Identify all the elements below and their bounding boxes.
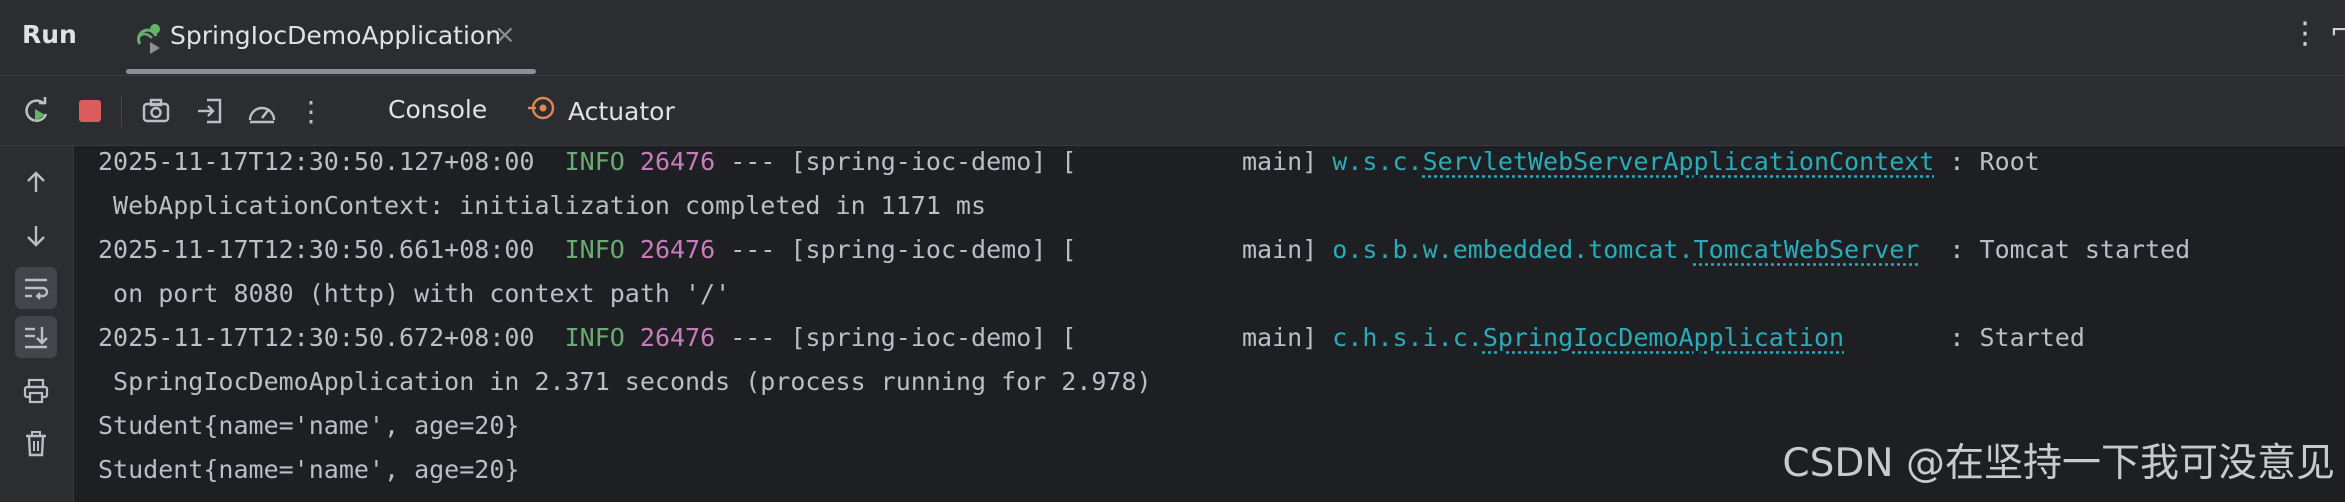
log-line: 2025-11-17T12:30:50.127+08:00 INFO 26476…: [98, 147, 2040, 176]
clear-icon[interactable]: [15, 423, 57, 465]
tool-window-header: Run SpringIocDemoApplication × ⋮ ⌐: [0, 0, 2345, 76]
close-icon[interactable]: ×: [494, 20, 516, 50]
more-icon[interactable]: ⋮: [293, 93, 329, 129]
logger-class-link[interactable]: TomcatWebServer: [1694, 235, 1920, 264]
scroll-up-icon[interactable]: [15, 161, 57, 203]
log-line-continuation: WebApplicationContext: initialization co…: [98, 191, 987, 220]
print-icon[interactable]: [15, 370, 57, 412]
tool-window-title: Run: [22, 20, 77, 49]
tab-springiocdemoapplication[interactable]: SpringIocDemoApplication ×: [126, 0, 536, 76]
options-menu-icon[interactable]: ⋮: [2290, 16, 2320, 51]
tab-actuator[interactable]: Actuator: [526, 89, 675, 133]
toolbar-separator: [121, 95, 122, 127]
stdout-line: Student{name='name', age=20}: [98, 411, 520, 440]
scroll-to-end-icon[interactable]: [15, 316, 57, 358]
log-line: 2025-11-17T12:30:50.661+08:00 INFO 26476…: [98, 235, 2191, 264]
tab-selection-indicator: [126, 69, 536, 74]
logger-class-link[interactable]: ServletWebServerApplicationContext: [1423, 147, 1935, 176]
tab-label: SpringIocDemoApplication: [170, 21, 502, 50]
minimize-icon[interactable]: ⌐: [2330, 16, 2345, 46]
stdout-line: Student{name='name', age=20}: [98, 455, 520, 484]
logger-class-link[interactable]: SpringIocDemoApplication: [1483, 323, 1844, 352]
run-toolbar: ⋮ Console Actuator: [0, 76, 2345, 146]
tab-console[interactable]: Console: [368, 89, 507, 133]
exit-icon[interactable]: [192, 93, 228, 129]
watermark: CSDN @在坚持一下我可没意见: [1782, 441, 2335, 486]
log-line-continuation: on port 8080 (http) with context path '/…: [98, 279, 731, 308]
log-line-continuation: SpringIocDemoApplication in 2.371 second…: [98, 367, 1152, 396]
profiler-icon[interactable]: [244, 93, 280, 129]
console-gutter: [0, 146, 74, 502]
stop-icon[interactable]: [72, 93, 108, 129]
screenshot-icon[interactable]: [138, 93, 174, 129]
scroll-down-icon[interactable]: [15, 215, 57, 257]
log-line: 2025-11-17T12:30:50.672+08:00 INFO 26476…: [98, 323, 2085, 352]
tab-actuator-label: Actuator: [568, 96, 675, 126]
actuator-icon: [526, 93, 556, 129]
console-output[interactable]: 2025-11-17T12:30:50.127+08:00 INFO 26476…: [74, 146, 2345, 502]
rerun-icon[interactable]: [19, 93, 55, 129]
spring-run-config-icon: [130, 20, 166, 56]
soft-wrap-icon[interactable]: [15, 267, 57, 309]
